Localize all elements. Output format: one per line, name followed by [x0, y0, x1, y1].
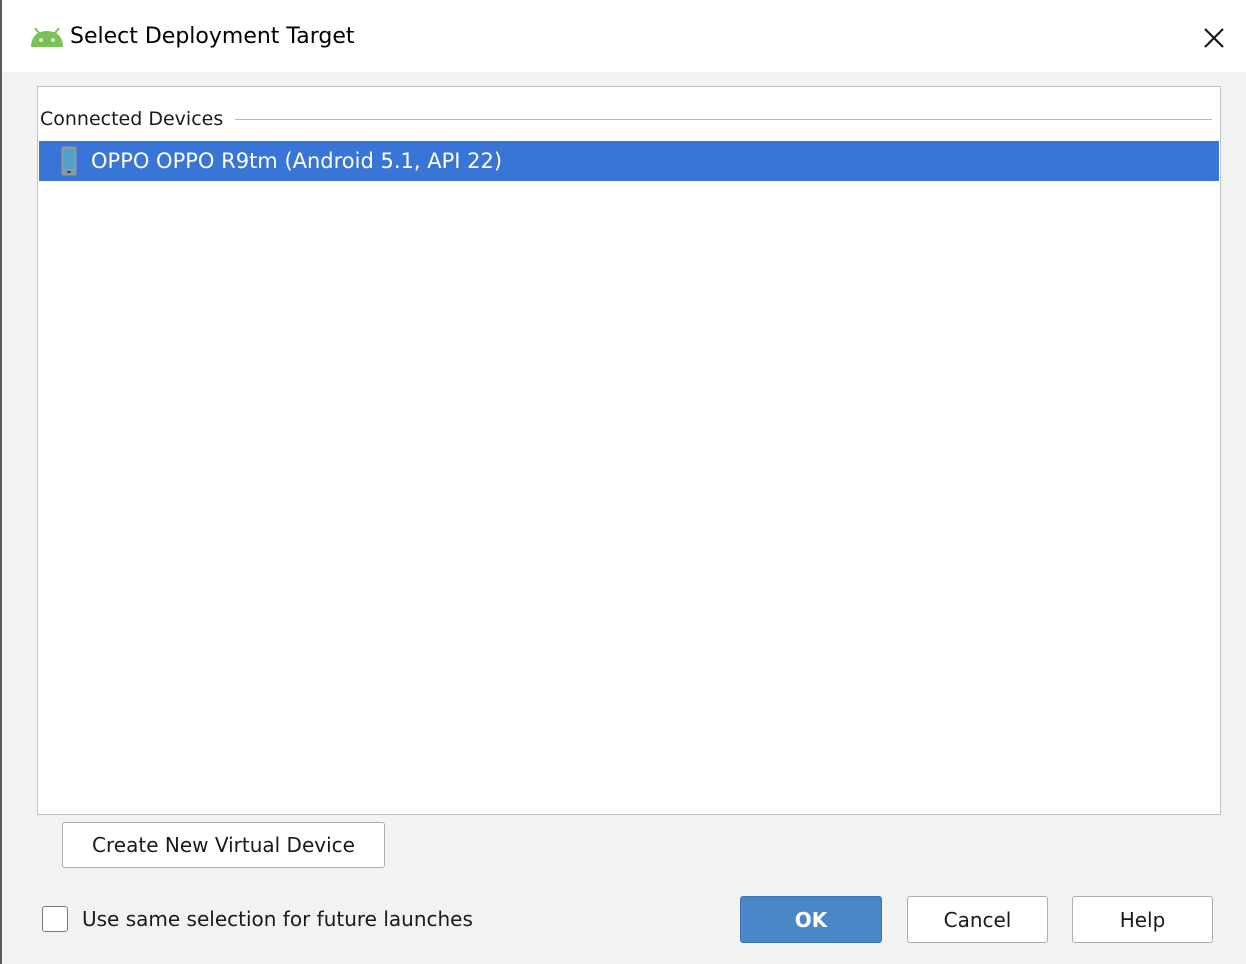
- cancel-button[interactable]: Cancel: [907, 896, 1048, 943]
- dialog-content: Connected Devices OPPO OPPO R9tm (Androi…: [2, 72, 1246, 964]
- android-icon: [30, 27, 64, 48]
- close-button[interactable]: [1198, 22, 1230, 54]
- help-button[interactable]: Help: [1072, 896, 1213, 943]
- title-bar: Select Deployment Target: [2, 0, 1246, 72]
- close-icon: [1204, 28, 1224, 48]
- connected-devices-header: Connected Devices: [40, 105, 1212, 133]
- future-launches-option[interactable]: Use same selection for future launches: [42, 906, 473, 932]
- create-virtual-device-button[interactable]: Create New Virtual Device: [62, 822, 385, 868]
- dialog-title: Select Deployment Target: [70, 24, 355, 49]
- ok-button[interactable]: OK: [740, 896, 882, 943]
- device-label: OPPO OPPO R9tm (Android 5.1, API 22): [91, 149, 503, 173]
- device-list[interactable]: Connected Devices OPPO OPPO R9tm (Androi…: [37, 86, 1221, 815]
- device-row-selected[interactable]: OPPO OPPO R9tm (Android 5.1, API 22): [39, 141, 1219, 181]
- phone-icon: [61, 146, 77, 176]
- future-launches-label: Use same selection for future launches: [82, 907, 473, 931]
- connected-devices-label: Connected Devices: [40, 108, 224, 130]
- section-divider: [235, 118, 1212, 120]
- future-launches-checkbox[interactable]: [42, 906, 68, 932]
